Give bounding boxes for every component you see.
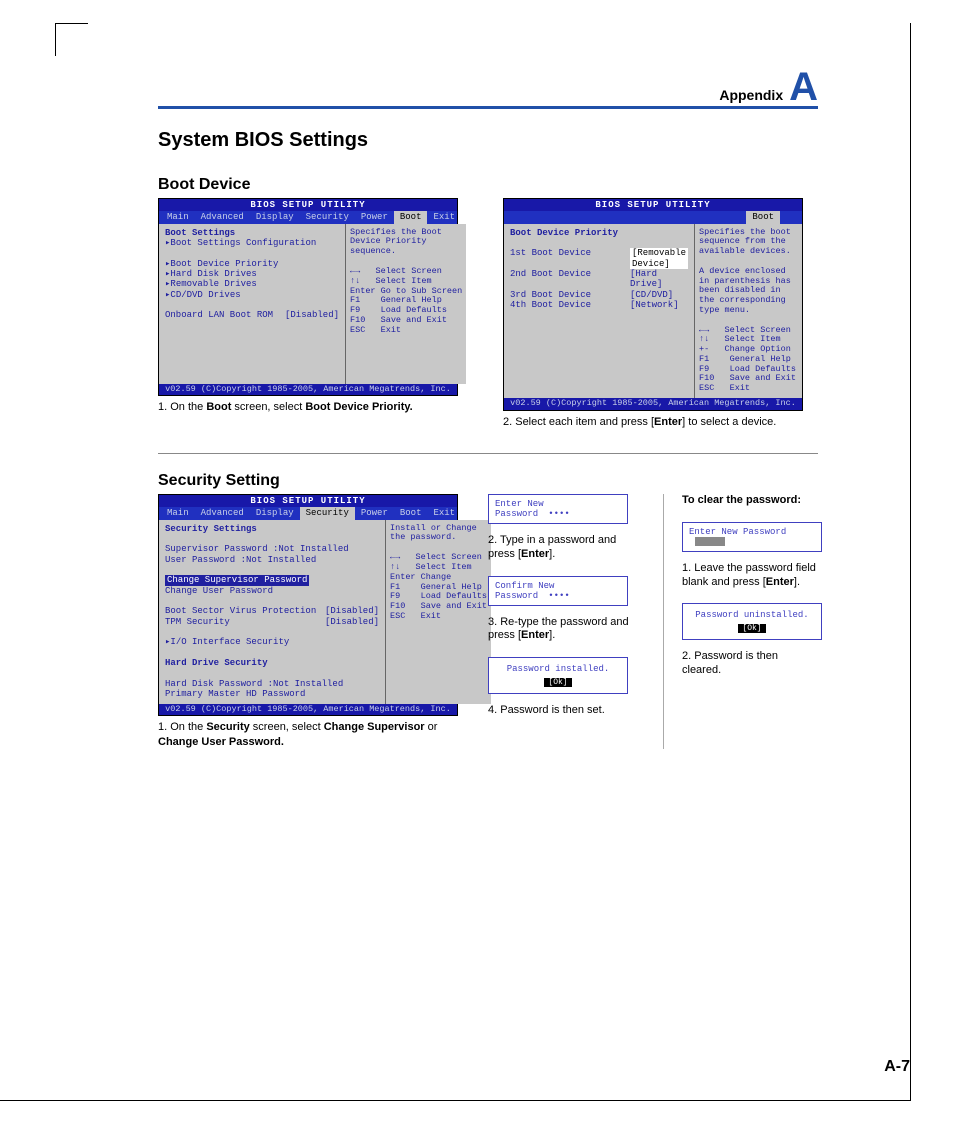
crop-mark [55,23,88,56]
crop-mark [55,23,56,56]
caption: 1. On the Security screen, select Change… [158,720,458,749]
dialog-enter-password: Enter New Password [488,494,628,524]
appendix-label: Appendix [719,87,783,103]
option-value: [Disabled] [325,617,379,627]
option-label: TPM Security [165,617,325,627]
menu-item: Power [355,211,394,223]
security-row: BIOS SETUP UTILITY Main Advanced Display… [158,494,818,749]
panel-heading: Security Settings [165,524,379,534]
caption: 2. Type in a password and press [Enter]. [488,534,633,562]
panel-heading: Boot Device Priority [510,228,688,238]
section-security-heading: Security Setting [158,472,818,490]
menu-item: Exit [427,211,461,223]
dialog-password-installed: Password installed. [Ok] [488,657,628,694]
row-val-selected: [Removable Device] [630,248,688,269]
page-title: System BIOS Settings [158,129,818,152]
menu-item: Boot [394,507,428,519]
menu-item: Exit [427,507,461,519]
bios-title: BIOS SETUP UTILITY [159,199,457,211]
key-hints: ←→ Select Screen ↑↓ Select Item Enter Ch… [390,553,487,621]
menu-item-active: Boot [746,211,780,223]
caption: 2. Select each item and press [Enter] to… [503,415,818,429]
page-number: A-7 [884,1058,910,1076]
row-val: [CD/DVD] [630,290,673,300]
caption: 3. Re-type the password and press [Enter… [488,616,633,644]
caption: 4. Password is then set. [488,704,633,718]
row-key: 3rd Boot Device [510,290,630,300]
status-line: Hard Disk Password :Not Installed [165,679,379,689]
steps-clear: To clear the password: Enter New Passwor… [663,494,818,749]
menu-item: Main [161,507,195,519]
page-header: Appendix A [158,70,818,109]
divider [158,453,818,454]
row-val: [Hard Drive] [630,269,688,290]
content-area: Appendix A System BIOS Settings Boot Dev… [158,70,818,749]
help-text: Specifies the boot sequence from the ava… [699,228,798,316]
bios-item: Boot Device Priority [165,259,339,269]
row-key: 4th Boot Device [510,300,630,310]
key-line: ESC Exit [699,384,798,394]
bios-item: Boot Settings Configuration [165,238,339,248]
menu-item: Display [250,211,300,223]
row-val: [Network] [630,300,679,310]
help-text: Specifies the Boot Device Priority seque… [350,228,462,257]
clear-heading: To clear the password: [682,494,818,508]
menu-item: Display [250,507,300,519]
option-value: [Disabled] [285,310,339,320]
option-label: Onboard LAN Boot ROM [165,310,285,320]
caption: 1. On the Boot screen, select Boot Devic… [158,400,473,414]
bios-title: BIOS SETUP UTILITY [159,495,457,507]
dialog-enter-password-blank: Enter New Password [682,522,822,552]
panel-subheading: Hard Drive Security [165,658,379,668]
key-line: ESC Exit [350,326,462,336]
bios-item: Hard Disk Drives [165,269,339,279]
bios-item: I/O Interface Security [165,637,379,647]
bios-security: BIOS SETUP UTILITY Main Advanced Display… [158,494,458,716]
status-line: User Password :Not Installed [165,555,379,565]
bios-title: BIOS SETUP UTILITY [504,199,802,211]
menu-item: Main [161,211,195,223]
bios-menubar: Main Advanced Display Security Power Boo… [159,211,457,223]
row-key: 1st Boot Device [510,248,630,269]
appendix-letter: A [789,70,818,104]
selected-item: Change Supervisor Password [165,575,309,585]
menu-item: Security [300,211,355,223]
row-key: 2nd Boot Device [510,269,630,290]
bios-footer: v02.59 (C)Copyright 1985-2005, American … [504,398,802,410]
menu-item: Advanced [195,211,250,223]
bios-item: Change User Password [165,586,379,596]
option-label: Boot Sector Virus Protection [165,606,325,616]
bios-item: Removable Drives [165,279,339,289]
ok-button: [Ok] [738,624,765,633]
steps-middle: Enter New Password 2. Type in a password… [488,494,633,749]
caption: 2. Password is then cleared. [682,650,818,678]
bios-menubar: Boot [504,211,802,223]
menu-item-active: Boot [394,211,428,223]
menu-item: Power [355,507,394,519]
menu-item-active: Security [300,507,355,519]
bios-footer: v02.59 (C)Copyright 1985-2005, American … [159,704,457,716]
dialog-confirm-password: Confirm New Password [488,576,628,606]
dialog-password-uninstalled: Password uninstalled. [Ok] [682,603,822,640]
key-hints: ←→ Select Screen ↑↓ Select Item +- Chang… [699,326,798,394]
help-text: Install or Change the password. [390,524,487,544]
key-hints: ←→ Select Screen ↑↓ Select Item Enter Go… [350,267,462,335]
bios-footer: v02.59 (C)Copyright 1985-2005, American … [159,384,457,396]
key-line: ESC Exit [390,612,487,622]
menu-item: Advanced [195,507,250,519]
panel-heading: Boot Settings [165,228,339,238]
ok-button: [Ok] [544,678,571,687]
section-boot-heading: Boot Device [158,176,818,194]
boot-row: BIOS SETUP UTILITY Main Advanced Display… [158,198,818,429]
bios-boot-priority: BIOS SETUP UTILITY Boot Boot Device Prio… [503,198,803,411]
bios-item: CD/DVD Drives [165,290,339,300]
bios-menubar: Main Advanced Display Security Power Boo… [159,507,457,519]
status-line: Primary Master HD Password [165,689,379,699]
status-line: Supervisor Password :Not Installed [165,544,379,554]
option-value: [Disabled] [325,606,379,616]
bios-boot-settings: BIOS SETUP UTILITY Main Advanced Display… [158,198,458,396]
caption: 1. Leave the password field blank and pr… [682,562,818,590]
